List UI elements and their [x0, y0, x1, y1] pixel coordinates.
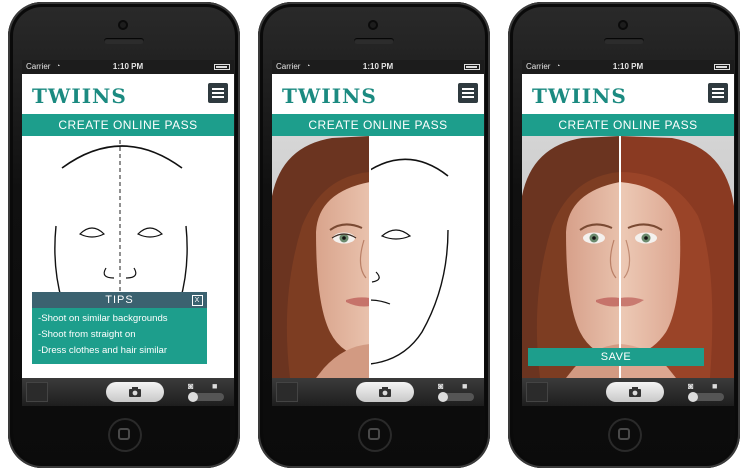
- tips-title: TIPS: [105, 294, 134, 306]
- clock: 1:10 PM: [112, 62, 144, 71]
- speaker-grille: [104, 38, 144, 44]
- camera-icon: [629, 387, 641, 397]
- gallery-thumbnail[interactable]: [26, 382, 48, 402]
- create-online-pass-banner[interactable]: CREATE ONLINE PASS: [522, 114, 734, 136]
- app-logo: TWIINS: [282, 84, 377, 108]
- mode-toggle[interactable]: [438, 392, 474, 402]
- photo-video-switch[interactable]: ◙ ■: [186, 381, 226, 403]
- phone-1: Carrier ◔ 1:10 PM TWIINS CREATE ONLINE P…: [8, 2, 240, 468]
- camera-icon: [129, 387, 141, 397]
- video-camera-icon: ■: [212, 381, 218, 391]
- face-capture-area: [272, 136, 484, 378]
- gallery-thumbnail[interactable]: [276, 382, 298, 402]
- hamburger-menu-icon[interactable]: [458, 83, 478, 103]
- home-button[interactable]: [108, 418, 142, 452]
- battery-icon: [214, 64, 230, 70]
- tip-item: -Dress clothes and hair similar: [38, 345, 168, 356]
- video-camera-icon: ■: [712, 381, 718, 391]
- app-header: TWIINS: [522, 74, 734, 114]
- close-icon[interactable]: X: [192, 295, 203, 306]
- battery-icon: [714, 64, 730, 70]
- shutter-button[interactable]: [606, 382, 664, 402]
- camera-toolbar: ◙ ■: [522, 378, 734, 406]
- screen: Carrier ◔ 1:10 PM TWIINS CREATE ONLINE P…: [522, 60, 734, 406]
- tips-panel: TIPS X -Shoot on similar backgrounds -Sh…: [32, 292, 207, 364]
- photo-video-switch[interactable]: ◙ ■: [686, 381, 726, 403]
- clock: 1:10 PM: [362, 62, 394, 71]
- create-online-pass-banner[interactable]: CREATE ONLINE PASS: [22, 114, 234, 136]
- camera-toolbar: ◙ ■: [272, 378, 484, 406]
- tip-item: -Shoot from straight on: [38, 329, 136, 340]
- status-bar: Carrier ◔ 1:10 PM: [272, 60, 484, 74]
- camera-icon: [379, 387, 391, 397]
- photo-camera-icon: ◙: [438, 381, 444, 391]
- battery-icon: [464, 64, 480, 70]
- face-compare-area: SAVE: [522, 136, 734, 378]
- tips-list: -Shoot on similar backgrounds -Shoot fro…: [32, 311, 207, 359]
- status-bar: Carrier ◔ 1:10 PM: [522, 60, 734, 74]
- app-header: TWIINS: [272, 74, 484, 114]
- create-online-pass-banner[interactable]: CREATE ONLINE PASS: [272, 114, 484, 136]
- home-button[interactable]: [358, 418, 392, 452]
- home-button[interactable]: [608, 418, 642, 452]
- shutter-button[interactable]: [356, 382, 414, 402]
- mode-toggle[interactable]: [688, 392, 724, 402]
- shutter-button[interactable]: [106, 382, 164, 402]
- clock: 1:10 PM: [612, 62, 644, 71]
- screen: Carrier ◔ 1:10 PM TWIINS CREATE ONLINE P…: [22, 60, 234, 406]
- phone-3: Carrier ◔ 1:10 PM TWIINS CREATE ONLINE P…: [508, 2, 740, 468]
- phone-2: Carrier ◔ 1:10 PM TWIINS CREATE ONLINE P…: [258, 2, 490, 468]
- front-camera: [118, 20, 128, 30]
- twin-faces-photo: [522, 136, 734, 378]
- screen: Carrier ◔ 1:10 PM TWIINS CREATE ONLINE P…: [272, 60, 484, 406]
- tip-item: -Shoot on similar backgrounds: [38, 313, 168, 324]
- app-logo: TWIINS: [32, 84, 127, 108]
- face-guide-area: TIPS X -Shoot on similar backgrounds -Sh…: [22, 136, 234, 378]
- save-button[interactable]: SAVE: [528, 348, 704, 366]
- app-header: TWIINS: [22, 74, 234, 114]
- photo-camera-icon: ◙: [188, 381, 194, 391]
- half-face-photo-with-guide: [272, 136, 484, 378]
- hamburger-menu-icon[interactable]: [708, 83, 728, 103]
- photo-camera-icon: ◙: [688, 381, 694, 391]
- hamburger-menu-icon[interactable]: [208, 83, 228, 103]
- video-camera-icon: ■: [462, 381, 468, 391]
- gallery-thumbnail[interactable]: [526, 382, 548, 402]
- status-bar: Carrier ◔ 1:10 PM: [22, 60, 234, 74]
- app-logo: TWIINS: [532, 84, 627, 108]
- tips-header: TIPS X: [32, 292, 207, 308]
- photo-video-switch[interactable]: ◙ ■: [436, 381, 476, 403]
- speaker-grille: [354, 38, 394, 44]
- front-camera: [618, 20, 628, 30]
- mode-toggle[interactable]: [188, 392, 224, 402]
- front-camera: [368, 20, 378, 30]
- camera-toolbar: ◙ ■: [22, 378, 234, 406]
- speaker-grille: [604, 38, 644, 44]
